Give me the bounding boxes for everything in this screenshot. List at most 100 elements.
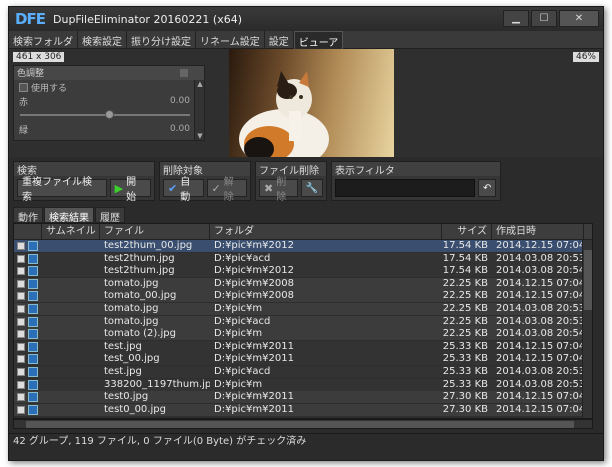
header-file[interactable]: ファイル [100,224,210,240]
tab-search-folder[interactable]: 検索フォルダ [9,31,78,49]
row-checkbox[interactable] [17,242,25,250]
delete-button[interactable]: ✖ 削除 [259,177,298,203]
panel-toggle-icon[interactable] [180,69,188,77]
scroll-down-icon[interactable]: ▼ [196,132,204,140]
table-row[interactable]: tomato (2).jpg D:¥pic¥m 22.25 KB 2014.03.08… [14,328,584,341]
cell-file: test2thum_00.jpg [104,240,193,251]
row-checkbox[interactable] [17,279,25,288]
grid-body: test2thum_00.jpg D:¥pic¥m¥2012 17.54 KB 201… [14,240,592,418]
cell-folder: D:¥pic¥m¥2012 [214,240,294,251]
display-filter-label: 表示フィルタ [332,162,500,177]
row-checkbox[interactable] [17,254,25,263]
minimize-icon[interactable]: ▁ [503,10,529,27]
cell-file: test.jpg [104,366,142,377]
table-row[interactable]: tomato.jpg D:¥pic¥acd 22.25 KB 2014.03.08 2… [14,315,584,328]
image-file-icon [28,266,38,277]
table-row[interactable]: test2thum.jpg D:¥pic¥m¥2012 17.54 KB 2014.0… [14,265,584,278]
status-bar: 42 グループ, 119 ファイル, 0 ファイル(0 Byte) がチェック済… [9,433,603,449]
cell-file: test_00.jpg [104,353,160,365]
image-file-icon [28,379,38,390]
table-row[interactable]: tomato_00.jpg D:¥pic¥m¥2008 22.25 KB 2014.1… [14,290,584,303]
table-row[interactable]: test_00.jpg D:¥pic¥m¥2011 25.33 KB 2014.12.… [14,353,584,366]
table-row[interactable]: test.jpg D:¥pic¥acd 25.33 KB 2014.03.08 20:… [14,366,584,378]
header-check[interactable] [14,224,42,240]
tab-history[interactable]: 履歴 [95,207,125,224]
scroll-up-icon[interactable]: ▲ [196,80,204,88]
vscroll-thumb[interactable] [584,250,592,310]
table-row[interactable]: test0.jpg D:¥pic¥m¥2011 27.30 KB 2014.12.15… [14,391,584,404]
header-size[interactable]: サイズ [442,224,492,240]
cell-file: test0_00.jpg [104,403,166,415]
row-checkbox[interactable] [17,330,25,339]
tab-search-settings[interactable]: 検索設定 [78,31,127,49]
app-logo: DFE [15,10,46,28]
wrench-button[interactable]: 🔧 [300,179,323,197]
cell-date: 2014.12.15 07:04:24 [496,403,584,415]
row-checkbox[interactable] [17,355,25,364]
grid-vscrollbar[interactable] [582,240,592,418]
close-icon[interactable]: ✕ [559,10,599,27]
row-checkbox[interactable] [17,292,25,301]
header-folder[interactable]: フォルダ [210,224,442,240]
display-filter-group: 表示フィルタ ↶ [331,161,501,201]
cell-size: 17.54 KB [442,240,488,251]
display-filter-input[interactable] [335,179,475,197]
image-file-icon [28,316,38,327]
auto-button[interactable]: ✔ 自動 [163,177,204,203]
tab-rename-settings[interactable]: リネーム設定 [196,31,265,49]
cell-folder: D:¥pic¥m [214,328,263,340]
row-checkbox[interactable] [17,405,25,414]
table-row[interactable]: tomato.jpg D:¥pic¥m¥2008 22.25 KB 2014.12.1… [14,277,584,290]
tab-action[interactable]: 動作 [13,207,43,224]
row-checkbox[interactable] [17,380,25,389]
maximize-icon[interactable]: ☐ [531,10,557,27]
color-adjust-header[interactable]: 色調整 [14,66,204,80]
cat-photo-icon [239,71,329,157]
table-row[interactable]: test0_00.jpg D:¥pic¥m¥2011 27.30 KB 2014.12… [14,403,584,416]
row-checkbox[interactable] [17,368,25,376]
dup-search-button[interactable]: 重複ファイル検索 [17,177,107,203]
tab-sort-settings[interactable]: 振り分け設定 [127,31,196,49]
cell-date: 2014.03.08 20:53:04 [496,366,584,377]
use-color-adjust[interactable]: 使用する [14,80,204,94]
row-checkbox[interactable] [17,305,25,313]
row-checkbox[interactable] [17,267,25,276]
table-row[interactable]: 338200_1197thum.jpg D:¥pic¥m 25.33 KB 2014.… [14,378,584,391]
red-slider-knob[interactable] [105,110,114,119]
cell-folder: D:¥pic¥m¥2011 [214,403,294,415]
header-date[interactable]: 作成日時 [492,224,584,240]
cell-folder: D:¥pic¥m¥2008 [214,277,294,289]
image-file-icon [28,404,38,415]
table-row[interactable]: tomato.jpg D:¥pic¥m 22.25 KB 2014.03.08 20:… [14,303,584,315]
green-row: 緑 0.00 [14,122,204,136]
results-grid: サムネイル ファイル フォルダ サイズ 作成日時 test2thum_00.jp… [13,223,593,419]
release-button[interactable]: ✓ 解除 [206,177,247,203]
start-button[interactable]: ▶ 開始 [109,177,151,203]
tab-settings[interactable]: 設定 [265,31,294,49]
use-checkbox[interactable] [19,82,28,92]
tab-search-results[interactable]: 検索結果 [44,207,94,224]
color-adjust-title: 色調整 [17,69,45,79]
red-slider[interactable] [20,110,190,119]
image-file-icon [28,291,38,302]
row-checkbox[interactable] [17,317,25,326]
row-checkbox[interactable] [17,342,25,351]
table-row[interactable]: test2thum.jpg D:¥pic¥acd 17.54 KB 2014.03.0… [14,252,584,265]
grid-hscrollbar[interactable] [13,419,593,429]
table-row[interactable]: test.jpg D:¥pic¥m¥2011 25.33 KB 2014.12.15 … [14,340,584,353]
hscroll-thumb[interactable] [26,421,574,428]
cell-size: 25.33 KB [442,340,488,352]
header-thumbnail[interactable]: サムネイル [42,224,100,240]
table-row[interactable]: test2thum_00.jpg D:¥pic¥m¥2012 17.54 KB 201… [14,240,584,252]
red-row: 赤 0.00 [14,94,204,108]
filter-reset-button[interactable]: ↶ [478,179,497,197]
cell-file: test.jpg [104,340,142,352]
color-panel-scrollbar[interactable]: ▲ ▼ [194,80,204,140]
cell-folder: D:¥pic¥m¥2011 [214,391,294,403]
cell-date: 2014.03.08 20:53:27 [496,378,584,390]
cell-date: 2014.12.15 07:04:24 [496,240,584,251]
tab-viewer[interactable]: ビューア [293,31,344,49]
result-tabs: 動作 検索結果 履歴 [9,207,603,224]
row-checkbox[interactable] [17,393,25,402]
cell-folder: D:¥pic¥m [214,378,263,390]
